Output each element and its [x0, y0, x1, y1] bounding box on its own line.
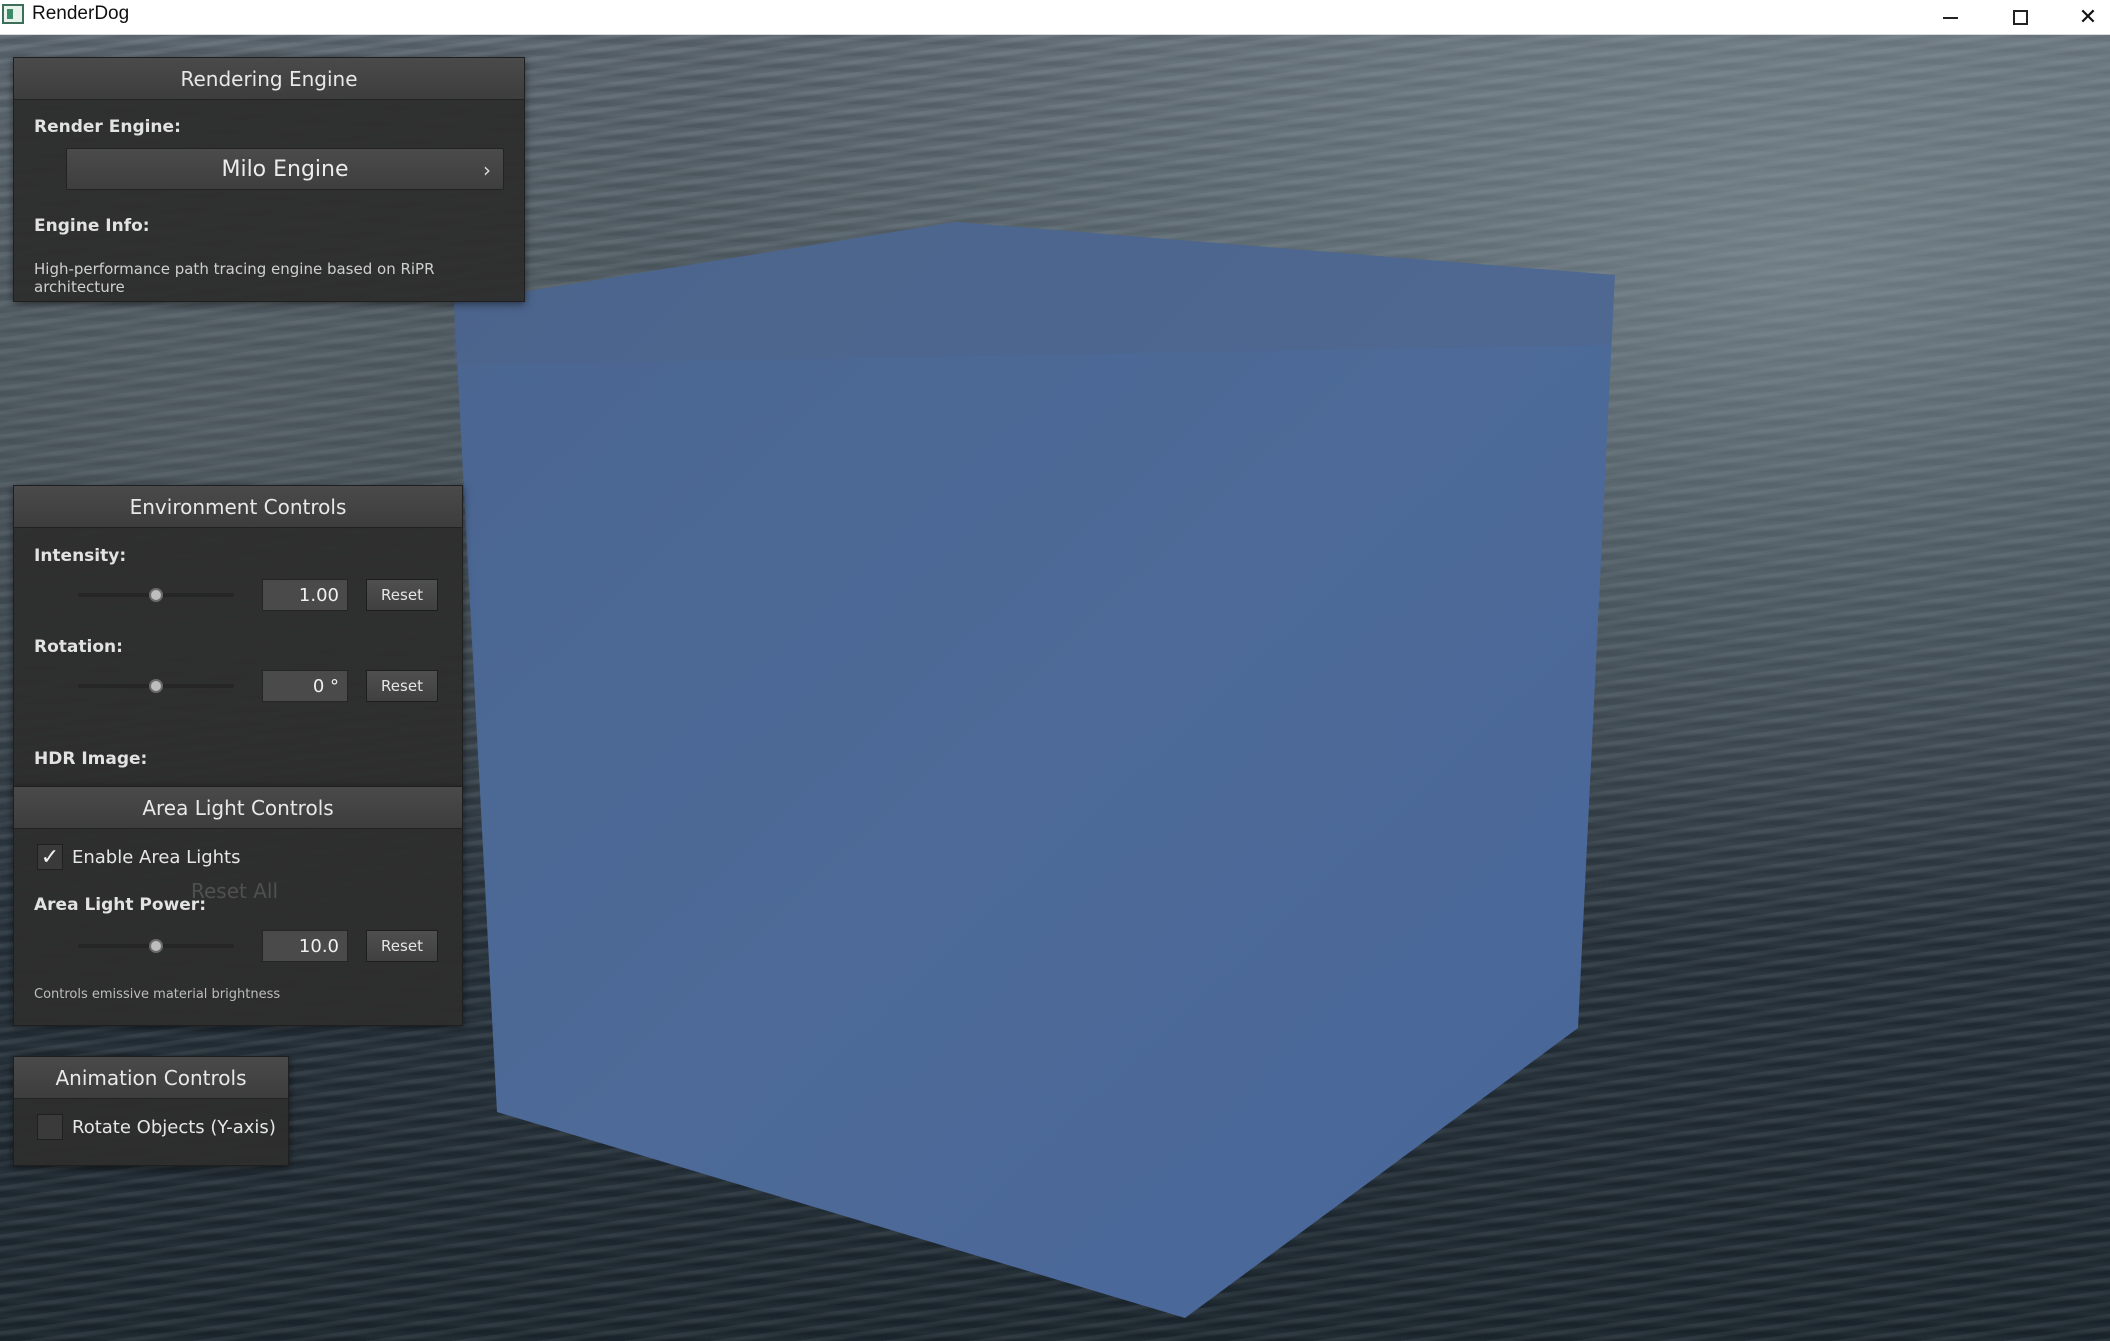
rotation-label: Rotation: [34, 637, 123, 657]
maximize-button[interactable] [1985, 0, 2055, 35]
panel-header[interactable]: Animation Controls [14, 1057, 288, 1099]
panel-header[interactable]: Rendering Engine [14, 58, 524, 100]
selected-engine: Milo Engine [221, 156, 349, 182]
enable-area-lights-label[interactable]: Enable Area Lights [72, 847, 240, 868]
maximize-icon [2012, 10, 2028, 25]
chevron-right-icon: › [483, 158, 491, 182]
intensity-slider[interactable] [78, 585, 234, 605]
slider-knob[interactable] [149, 939, 163, 953]
enable-area-lights-checkbox[interactable]: ✓ [37, 844, 63, 870]
close-button[interactable]: ✕ [2053, 0, 2110, 35]
rotate-objects-checkbox[interactable] [37, 1114, 63, 1140]
intensity-label: Intensity: [34, 546, 127, 566]
area-light-hint: Controls emissive material brightness [34, 987, 281, 1002]
panel-header[interactable]: Area Light Controls [14, 787, 462, 829]
checkmark-icon: ✓ [40, 844, 60, 870]
render-engine-select[interactable]: Milo Engine › [66, 148, 504, 190]
area-light-controls-panel: Area Light Controls Reset All ✓ Enable A… [13, 786, 463, 1026]
rendering-engine-panel: Rendering Engine Render Engine: Milo Eng… [13, 57, 525, 302]
panel-header[interactable]: Environment Controls [14, 486, 462, 528]
rotation-input[interactable]: 0 ° [262, 670, 348, 702]
rotate-objects-label[interactable]: Rotate Objects (Y-axis) [72, 1117, 276, 1138]
rotation-slider[interactable] [78, 676, 234, 696]
cube-face [454, 222, 1615, 1318]
rotation-reset-button[interactable]: Reset [366, 670, 438, 702]
animation-controls-panel: Animation Controls Rotate Objects (Y-axi… [13, 1056, 289, 1166]
slider-knob[interactable] [149, 679, 163, 693]
environment-controls-panel: Environment Controls Intensity: 1.00 Res… [13, 485, 463, 790]
engine-info-label: Engine Info: [34, 216, 150, 236]
intensity-input[interactable]: 1.00 [262, 579, 348, 611]
minimize-icon [1942, 16, 1958, 19]
area-light-power-input[interactable]: 10.0 [262, 930, 348, 962]
title-bar: RenderDog ✕ [0, 0, 2110, 35]
area-light-power-reset-button[interactable]: Reset [366, 930, 438, 962]
render-engine-label: Render Engine: [34, 117, 181, 137]
engine-info-text: High-performance path tracing engine bas… [34, 260, 435, 296]
close-icon: ✕ [2078, 5, 2098, 30]
area-light-power-slider[interactable] [78, 936, 234, 956]
slider-knob[interactable] [149, 588, 163, 602]
cube-top-shade [454, 222, 1615, 365]
hdr-image-label: HDR Image: [34, 749, 148, 769]
minimize-button[interactable] [1915, 0, 1985, 35]
area-light-power-label: Area Light Power: [34, 895, 206, 915]
window-title: RenderDog [32, 3, 130, 24]
intensity-reset-button[interactable]: Reset [366, 579, 438, 611]
app-icon [2, 4, 24, 24]
